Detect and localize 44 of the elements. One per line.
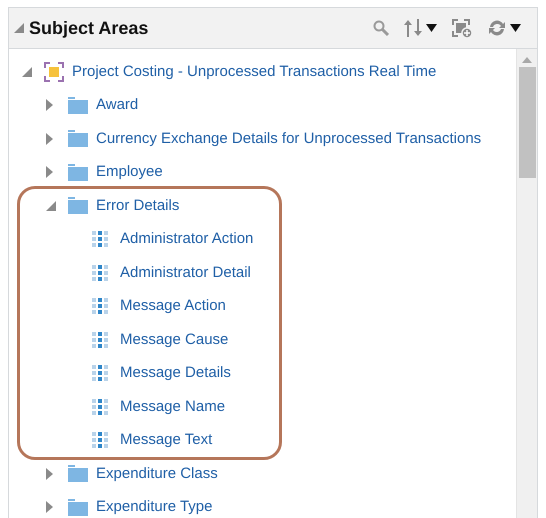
folder-icon <box>68 498 88 516</box>
collapse-icon[interactable] <box>14 23 24 33</box>
add-view-icon[interactable] <box>451 18 473 38</box>
table-column-icon <box>92 298 108 314</box>
expand-icon[interactable] <box>46 468 53 480</box>
tree-item[interactable]: Message Action <box>120 295 226 318</box>
panel-title: Subject Areas <box>29 16 148 40</box>
folder-icon <box>68 96 88 114</box>
caret-icon[interactable] <box>426 24 437 32</box>
tree-item[interactable]: Expenditure Type <box>96 496 212 518</box>
tree-item[interactable]: Message Cause <box>120 328 228 351</box>
table-column-icon <box>92 332 108 348</box>
tree-item[interactable]: Employee <box>96 161 163 184</box>
collapse-icon[interactable] <box>22 66 32 77</box>
search-icon[interactable] <box>373 20 389 36</box>
folder-icon <box>68 465 88 482</box>
scroll-up-icon[interactable] <box>522 57 532 63</box>
folder-icon <box>68 197 88 214</box>
tree-item[interactable]: Expenditure Class <box>96 462 218 485</box>
tree-item[interactable]: Administrator Action <box>120 228 254 250</box>
expand-icon[interactable] <box>46 166 53 178</box>
expand-icon[interactable] <box>46 501 53 514</box>
tree-item[interactable]: Error Details <box>96 194 180 217</box>
table-column-icon <box>92 365 108 382</box>
tree-item[interactable]: Message Details <box>120 362 231 384</box>
tree-item[interactable]: Project Costing - Unprocessed Transactions Real Time <box>72 60 436 83</box>
folder-icon <box>68 130 88 148</box>
subject-area-icon <box>44 62 64 82</box>
table-column-icon <box>92 231 108 248</box>
tree-item[interactable]: Message Text <box>120 429 212 452</box>
table-column-icon <box>92 264 108 281</box>
table-column-icon <box>92 398 108 415</box>
tree-item[interactable]: Currency Exchange Details for Unprocessed Transactions <box>96 128 482 150</box>
tree-item[interactable]: Administrator Detail <box>120 262 251 284</box>
scrollbar[interactable] <box>516 49 537 518</box>
tree-item[interactable]: Award <box>96 94 138 116</box>
table-column-icon <box>92 432 108 448</box>
caret-icon[interactable] <box>510 24 521 32</box>
expand-icon[interactable] <box>46 132 53 145</box>
tree-item[interactable]: Message Name <box>120 396 226 418</box>
scrollbar-thumb[interactable] <box>518 67 536 178</box>
expand-icon[interactable] <box>46 99 53 112</box>
folder-icon <box>68 164 88 181</box>
collapse-icon[interactable] <box>46 200 56 211</box>
